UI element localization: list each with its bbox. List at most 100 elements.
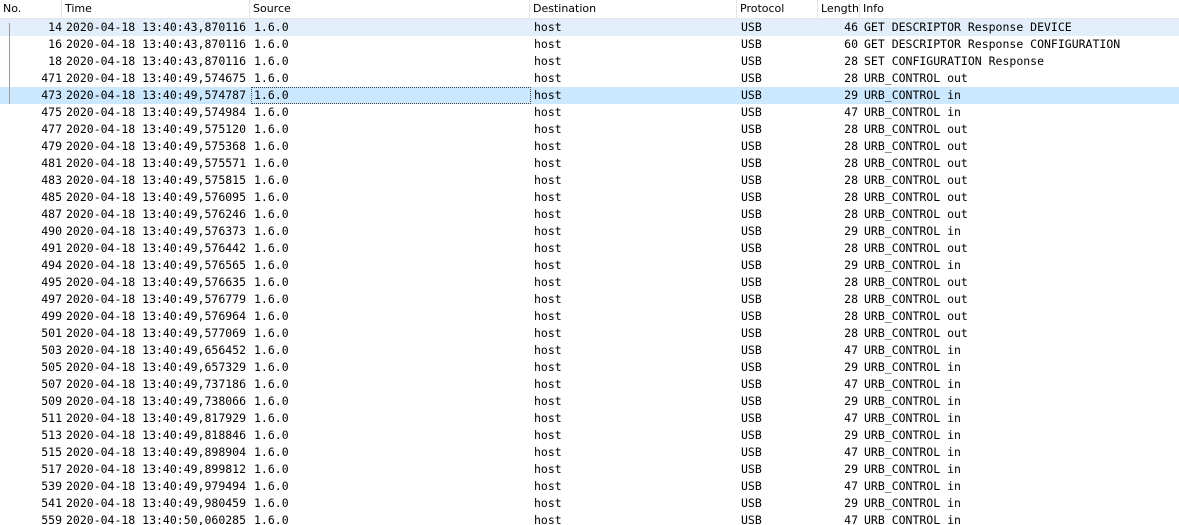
packet-info: URB_CONTROL in [864,343,961,357]
packet-row[interactable]: 487 2020-04-18 13:40:49,576246 1.6.0 host US… [0,206,1179,223]
packet-row[interactable]: 497 2020-04-18 13:40:49,576779 1.6.0 host US… [0,291,1179,308]
packet-row[interactable]: 483 2020-04-18 13:40:49,575815 1.6.0 host US… [0,172,1179,189]
related-packet-line-icon [9,23,10,36]
packet-source: 1.6.0 [254,88,289,102]
packet-protocol: USB [741,394,762,408]
packet-info: URB_CONTROL in [864,428,961,442]
packet-length: 47 [844,105,858,119]
packet-source: 1.6.0 [254,360,289,374]
packet-length: 28 [844,326,858,340]
packet-info: URB_CONTROL out [864,139,968,153]
packet-protocol: USB [741,71,762,85]
packet-number: 479 [41,139,62,153]
packet-length: 29 [844,258,858,272]
packet-source: 1.6.0 [254,445,289,459]
packet-number: 503 [41,343,62,357]
packet-time: 2020-04-18 13:40:43,870116 [66,37,247,51]
column-header-protocol[interactable]: Protocol [737,0,818,18]
packet-row[interactable]: 505 2020-04-18 13:40:49,657329 1.6.0 host US… [0,359,1179,376]
packet-source: 1.6.0 [254,122,289,136]
packet-protocol: USB [741,190,762,204]
packet-source: 1.6.0 [254,207,289,221]
packet-protocol: USB [741,445,762,459]
packet-number: 499 [41,309,62,323]
packet-row[interactable]: 473 2020-04-18 13:40:49,574787 1.6.0 host US… [0,87,1179,104]
packet-destination: host [534,156,562,170]
packet-time: 2020-04-18 13:40:49,657329 [66,360,247,374]
packet-row[interactable]: 539 2020-04-18 13:40:49,979494 1.6.0 host US… [0,478,1179,495]
packet-row[interactable]: 499 2020-04-18 13:40:49,576964 1.6.0 host US… [0,308,1179,325]
packet-row[interactable]: 541 2020-04-18 13:40:49,980459 1.6.0 host US… [0,495,1179,512]
packet-row[interactable]: 475 2020-04-18 13:40:49,574984 1.6.0 host US… [0,104,1179,121]
packet-protocol: USB [741,275,762,289]
packet-row[interactable]: 513 2020-04-18 13:40:49,818846 1.6.0 host US… [0,427,1179,444]
packet-destination: host [534,479,562,493]
column-header-destination[interactable]: Destination [530,0,737,18]
packet-destination: host [534,360,562,374]
packet-row[interactable]: 481 2020-04-18 13:40:49,575571 1.6.0 host US… [0,155,1179,172]
related-packet-line-icon [9,70,10,87]
packet-protocol: USB [741,173,762,187]
packet-source: 1.6.0 [254,377,289,391]
packet-number: 541 [41,496,62,510]
packet-number: 490 [41,224,62,238]
packet-row[interactable]: 495 2020-04-18 13:40:49,576635 1.6.0 host US… [0,274,1179,291]
packet-number: 475 [41,105,62,119]
packet-info: URB_CONTROL out [864,173,968,187]
packet-destination: host [534,411,562,425]
packet-row[interactable]: 509 2020-04-18 13:40:49,738066 1.6.0 host US… [0,393,1179,410]
column-header-length[interactable]: Length [818,0,860,18]
packet-row[interactable]: 515 2020-04-18 13:40:49,898904 1.6.0 host US… [0,444,1179,461]
packet-protocol: USB [741,411,762,425]
column-header-time[interactable]: Time [62,0,250,18]
packet-number: 517 [41,462,62,476]
packet-source: 1.6.0 [254,326,289,340]
packet-destination: host [534,462,562,476]
packet-row[interactable]: 501 2020-04-18 13:40:49,577069 1.6.0 host US… [0,325,1179,342]
packet-row[interactable]: 491 2020-04-18 13:40:49,576442 1.6.0 host US… [0,240,1179,257]
packet-number: 483 [41,173,62,187]
packet-row[interactable]: 16 2020-04-18 13:40:43,870116 1.6.0 host USB… [0,36,1179,53]
packet-time: 2020-04-18 13:40:49,576246 [66,207,247,221]
packet-time: 2020-04-18 13:40:49,737186 [66,377,247,391]
packet-info: URB_CONTROL out [864,190,968,204]
packet-protocol: USB [741,496,762,510]
packet-source: 1.6.0 [254,343,289,357]
packet-row[interactable]: 511 2020-04-18 13:40:49,817929 1.6.0 host US… [0,410,1179,427]
packet-source: 1.6.0 [254,20,289,34]
packet-protocol: USB [741,343,762,357]
packet-protocol: USB [741,241,762,255]
packet-row[interactable]: 490 2020-04-18 13:40:49,576373 1.6.0 host US… [0,223,1179,240]
packet-list[interactable]: No. Time Source Destination Protocol Len… [0,0,1179,525]
packet-source: 1.6.0 [254,173,289,187]
packet-row[interactable]: 507 2020-04-18 13:40:49,737186 1.6.0 host US… [0,376,1179,393]
packet-row[interactable]: 517 2020-04-18 13:40:49,899812 1.6.0 host US… [0,461,1179,478]
packet-row[interactable]: 559 2020-04-18 13:40:50,060285 1.6.0 host US… [0,512,1179,525]
packet-row[interactable]: 471 2020-04-18 13:40:49,574675 1.6.0 host US… [0,70,1179,87]
packet-info: URB_CONTROL in [864,105,961,119]
packet-info: URB_CONTROL out [864,122,968,136]
packet-row[interactable]: 14 2020-04-18 13:40:43,870116 1.6.0 host USB… [0,19,1179,36]
packet-time: 2020-04-18 13:40:43,870116 [66,20,247,34]
packet-row[interactable]: 485 2020-04-18 13:40:49,576095 1.6.0 host US… [0,189,1179,206]
packet-row[interactable]: 477 2020-04-18 13:40:49,575120 1.6.0 host US… [0,121,1179,138]
packet-protocol: USB [741,207,762,221]
packet-row[interactable]: 503 2020-04-18 13:40:49,656452 1.6.0 host US… [0,342,1179,359]
column-header-no[interactable]: No. [0,0,62,18]
packet-row[interactable]: 479 2020-04-18 13:40:49,575368 1.6.0 host US… [0,138,1179,155]
packet-length: 29 [844,224,858,238]
packet-info: URB_CONTROL in [864,394,961,408]
packet-row[interactable]: 494 2020-04-18 13:40:49,576565 1.6.0 host US… [0,257,1179,274]
packet-length: 28 [844,122,858,136]
packet-time: 2020-04-18 13:40:49,575571 [66,156,247,170]
packet-row[interactable]: 18 2020-04-18 13:40:43,870116 1.6.0 host USB… [0,53,1179,70]
packet-info: URB_CONTROL out [864,71,968,85]
packet-protocol: USB [741,360,762,374]
packet-number: 477 [41,122,62,136]
packet-time: 2020-04-18 13:40:49,576442 [66,241,247,255]
packet-length: 29 [844,88,858,102]
column-header-info[interactable]: Info [860,0,1179,18]
packet-protocol: USB [741,309,762,323]
packet-info: URB_CONTROL out [864,292,968,306]
packet-length: 28 [844,173,858,187]
